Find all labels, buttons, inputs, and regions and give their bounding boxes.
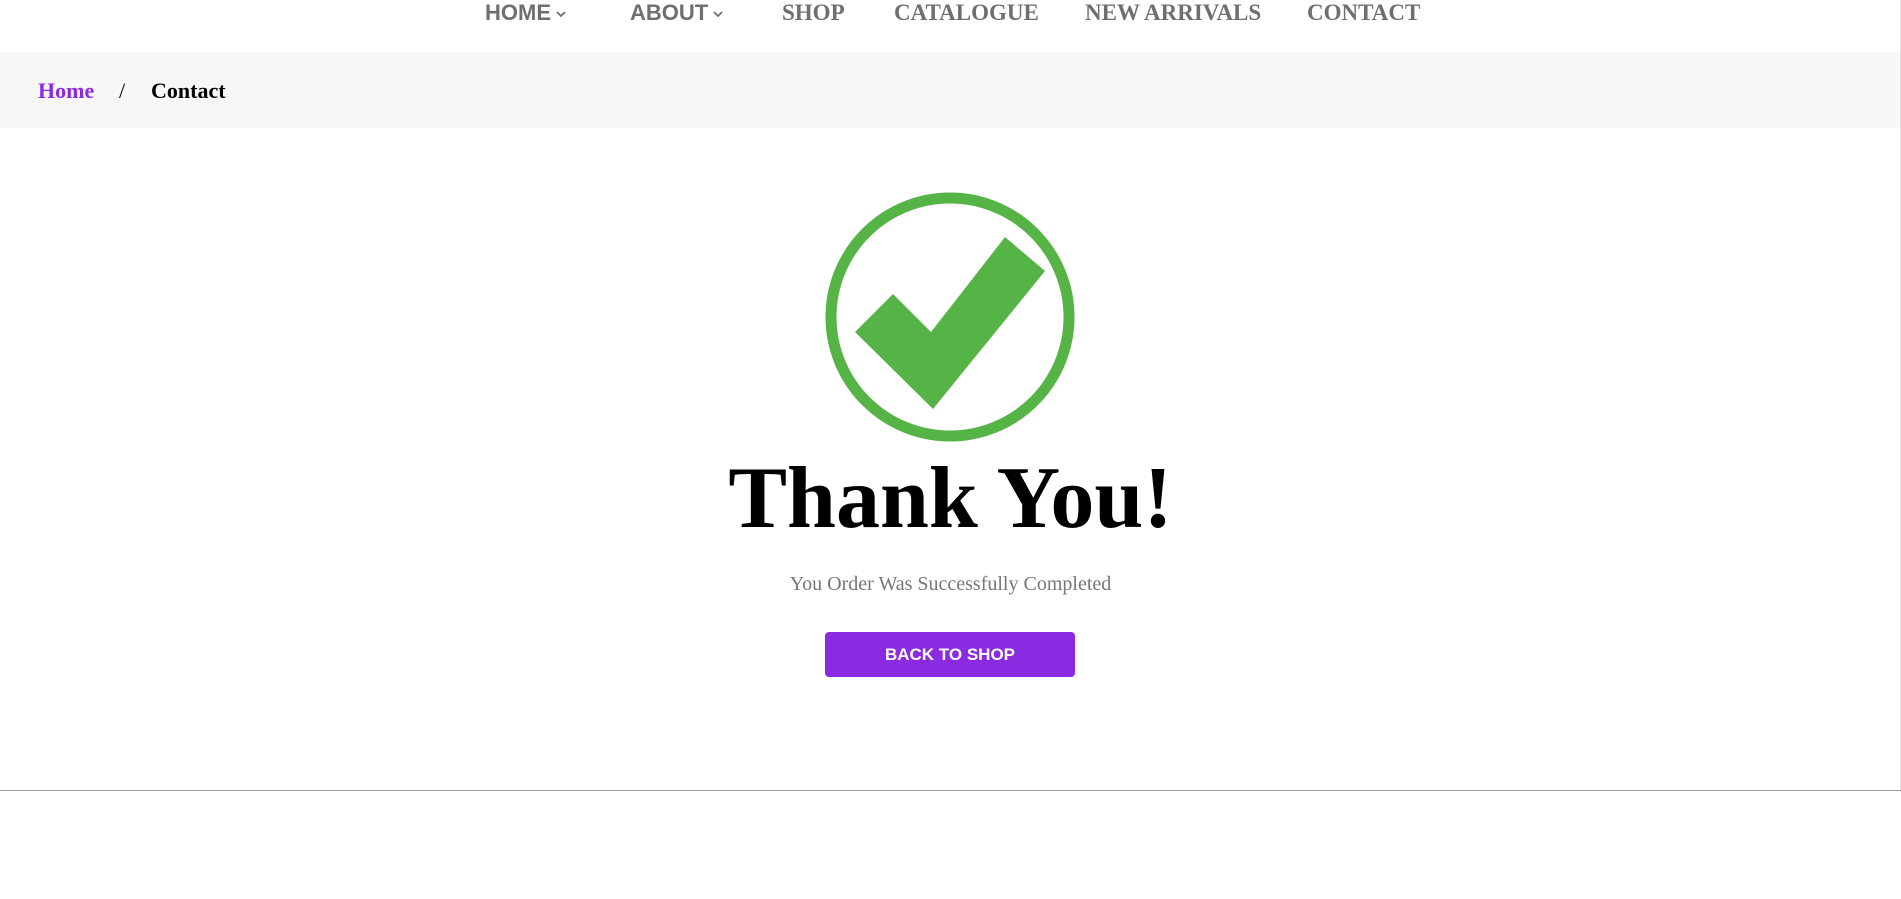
footer-divider [0,790,1901,791]
nav-item-contact[interactable]: CONTACT [1307,0,1420,26]
nav-item-home[interactable]: HOME [485,0,567,26]
nav-item-catalogue[interactable]: CATALOGUE [894,0,1039,26]
chevron-down-icon [713,11,723,18]
breadcrumb-separator: / [119,78,126,103]
chevron-down-icon [556,11,566,18]
nav-item-label: SHOP [782,0,845,25]
nav-item-new-arrivals[interactable]: NEW ARRIVALS [1085,0,1261,26]
nav-item-label: HOME [485,0,551,25]
breadcrumb: Home / Contact [0,52,1901,128]
back-to-shop-button[interactable]: BACK TO SHOP [825,632,1075,677]
success-message: You Order Was Successfully Completed [789,573,1112,595]
page-title: Thank You! [728,450,1173,547]
nav-item-label: CATALOGUE [894,0,1039,25]
nav-item-about[interactable]: ABOUT [630,0,724,26]
nav-item-label: CONTACT [1307,0,1421,25]
check-circle-icon [825,192,1075,442]
main-navigation: HOME ABOUT SHOP CATALOGUE NEW ARRIVALS C… [0,0,1901,52]
nav-item-label: ABOUT [630,0,709,25]
breadcrumb-home-link[interactable]: Home [38,78,94,104]
nav-item-label: NEW ARRIVALS [1085,0,1262,25]
breadcrumb-current: Contact [151,78,226,103]
nav-item-shop[interactable]: SHOP [782,0,845,26]
